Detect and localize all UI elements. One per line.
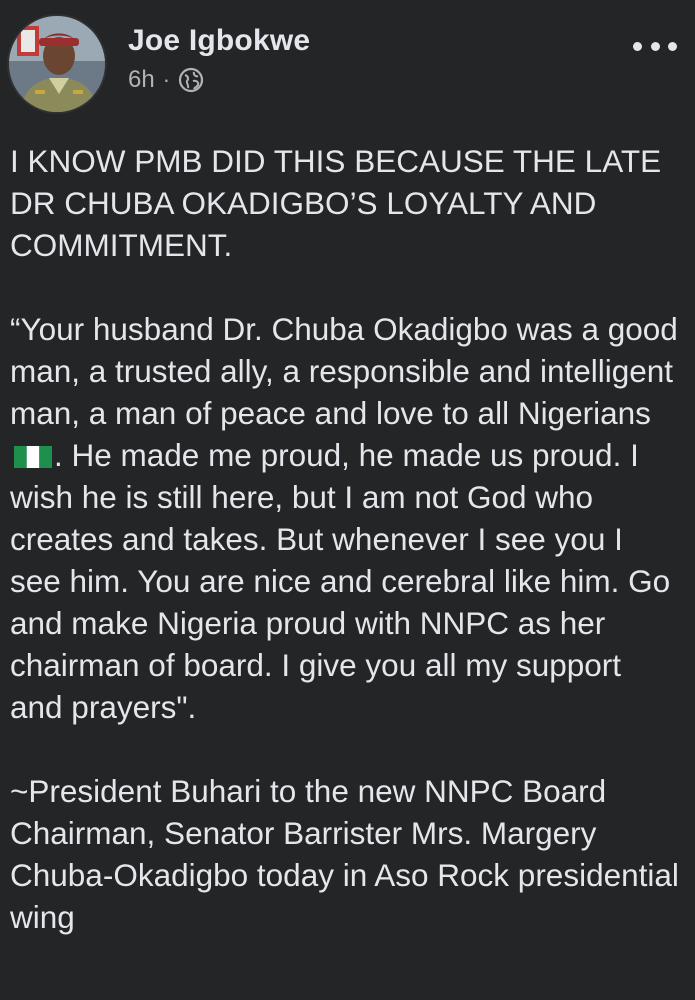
- meta-separator: ·: [162, 67, 171, 92]
- more-options-button[interactable]: [633, 36, 677, 56]
- globe-icon[interactable]: [178, 67, 204, 93]
- post-timestamp[interactable]: 6h: [128, 66, 155, 94]
- more-dot-icon: [668, 41, 677, 51]
- post-paragraph-1: I KNOW PMB DID THIS BECAUSE THE LATE DR …: [10, 143, 662, 263]
- nigeria-flag-icon: [14, 446, 52, 468]
- quote-text-start: “Your husband Dr. Chuba Okadigbo was a g…: [10, 311, 678, 431]
- post-body: I KNOW PMB DID THIS BECAUSE THE LATE DR …: [10, 140, 682, 980]
- quote-text-end: . He made me proud, he made us proud. I …: [10, 437, 671, 725]
- author-avatar[interactable]: [7, 14, 107, 114]
- post-paragraph-2: “Your husband Dr. Chuba Okadigbo was a g…: [10, 308, 682, 728]
- more-dot-icon: [633, 41, 642, 51]
- more-dot-icon: [650, 41, 660, 51]
- post-header: Joe Igbokwe 6h ·: [0, 0, 695, 114]
- avatar-image: [9, 16, 105, 112]
- facebook-post: Joe Igbokwe 6h · I KNOW PMB DID THIS BEC…: [0, 0, 695, 1000]
- post-meta: 6h ·: [128, 66, 204, 94]
- post-paragraph-3: ~President Buhari to the new NNPC Board …: [10, 773, 679, 935]
- author-name[interactable]: Joe Igbokwe: [128, 24, 310, 58]
